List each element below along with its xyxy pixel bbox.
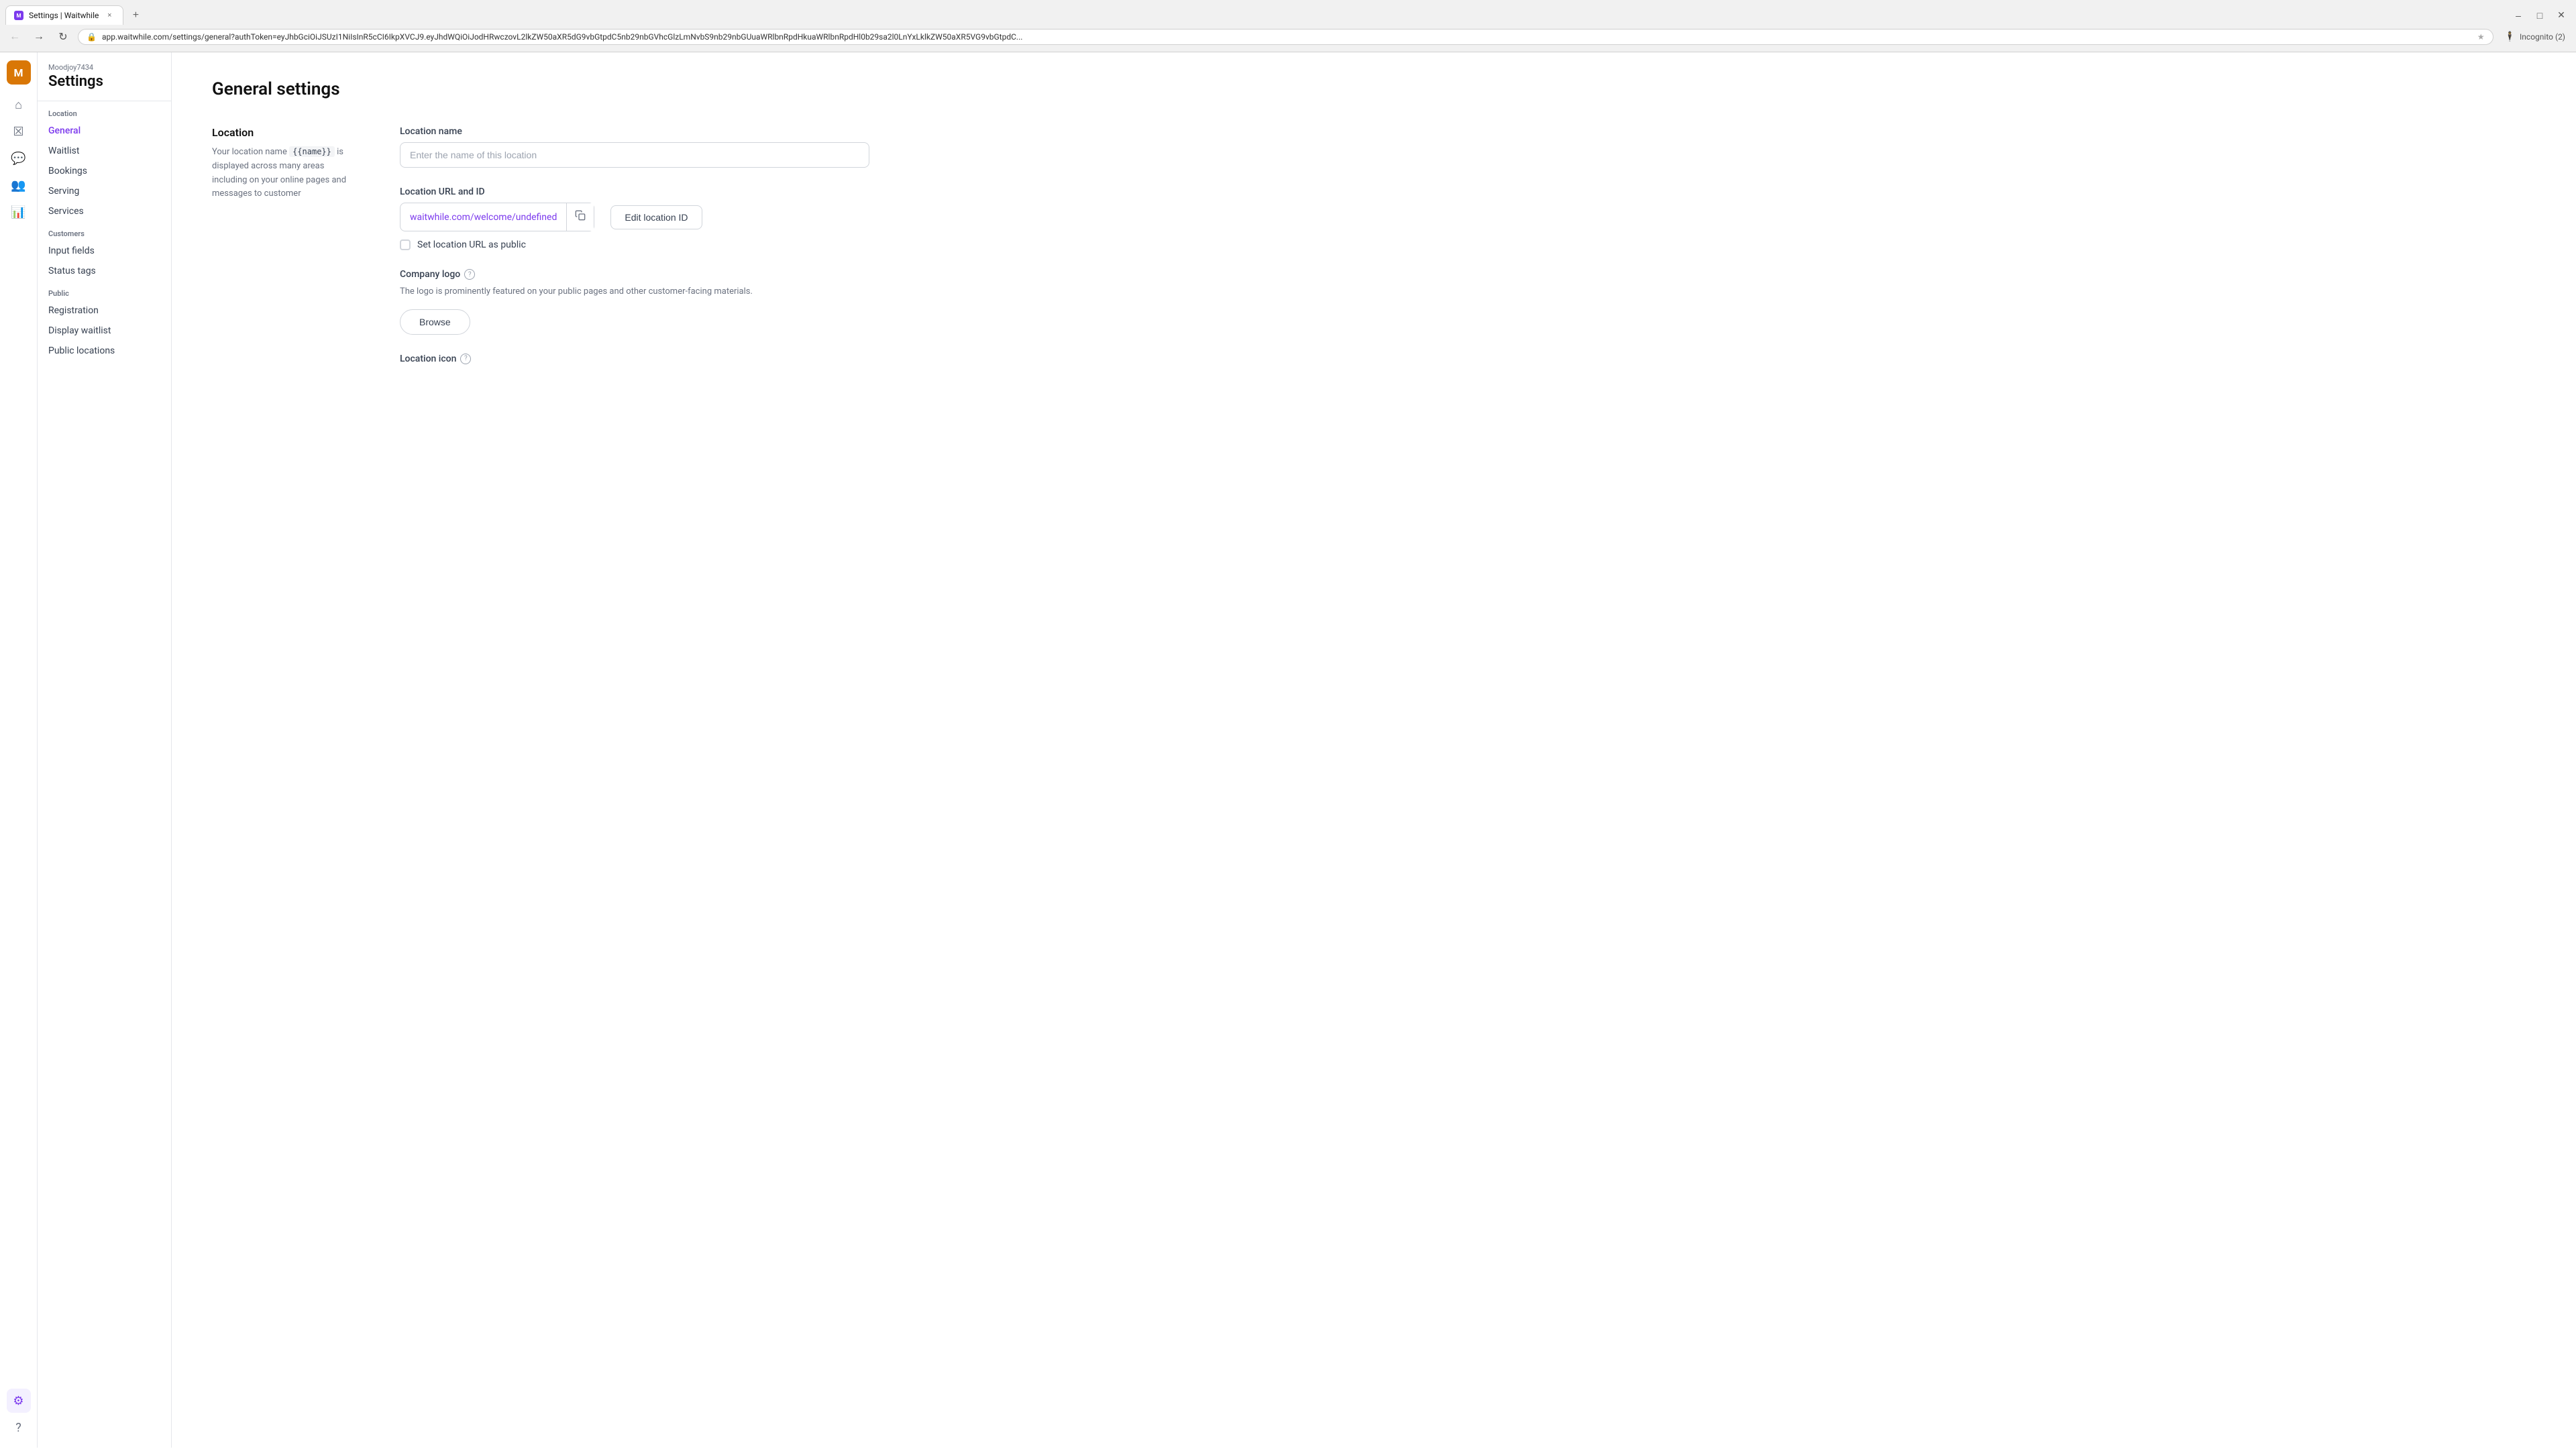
public-url-label: Set location URL as public (417, 239, 526, 250)
company-logo-label: Company logo (400, 269, 460, 280)
tab-bar: M Settings | Waitwhile × + – □ ✕ (0, 0, 2576, 25)
edit-location-id-button[interactable]: Edit location ID (610, 205, 702, 229)
sidebar-item-display-waitlist[interactable]: Display waitlist (38, 321, 171, 341)
public-url-checkbox[interactable] (400, 239, 411, 250)
sidebar-item-input-fields[interactable]: Input fields (38, 241, 171, 261)
sidebar-title: Settings (48, 73, 160, 90)
location-name-label: Location name (400, 126, 869, 137)
reload-button[interactable]: ↻ (54, 28, 72, 46)
public-url-checkbox-row: Set location URL as public (400, 239, 869, 250)
location-section-label: Location (38, 101, 171, 121)
copy-url-button[interactable] (566, 203, 594, 231)
address-bar[interactable]: 🔒 app.waitwhile.com/settings/general?aut… (78, 29, 2493, 45)
tab-close-button[interactable]: × (104, 10, 115, 21)
location-form-content: Location name Location URL and ID waitwh… (400, 126, 869, 383)
main-content: General settings Location Your location … (172, 52, 2576, 1448)
location-icon-heading-row: Location icon ? (400, 354, 869, 364)
location-icon-group: Location icon ? (400, 354, 869, 364)
company-logo-help-icon[interactable]: ? (464, 269, 475, 280)
sidebar-item-general[interactable]: General (38, 121, 171, 141)
tab-title: Settings | Waitwhile (29, 11, 99, 20)
back-button[interactable]: ← (5, 28, 24, 46)
sidebar-item-services[interactable]: Services (38, 201, 171, 221)
icon-rail: M ⌂ ☒ 💬 👥 📊 ⚙ ? (0, 52, 38, 1448)
location-description: Location Your location name {{name}} is … (212, 126, 360, 383)
location-icon-help-icon[interactable]: ? (460, 354, 471, 364)
location-section: Location Your location name {{name}} is … (212, 126, 2536, 383)
window-controls: – □ ✕ (2509, 6, 2571, 25)
url-id-container: waitwhile.com/welcome/undefined (400, 203, 594, 231)
address-bar-row: ← → ↻ 🔒 app.waitwhile.com/settings/gener… (0, 25, 2576, 52)
page-title: General settings (212, 79, 2536, 99)
browser-chrome: M Settings | Waitwhile × + – □ ✕ ← → ↻ 🔒… (0, 0, 2576, 52)
sidebar-item-bookings[interactable]: Bookings (38, 161, 171, 181)
chat-icon[interactable]: 💬 (7, 146, 31, 170)
maximize-button[interactable]: □ (2530, 6, 2549, 25)
sidebar-item-status-tags[interactable]: Status tags (38, 261, 171, 281)
sidebar-item-registration[interactable]: Registration (38, 301, 171, 321)
sidebar: Moodjoy7434 Settings Location General Wa… (38, 52, 172, 1448)
tab-favicon: M (14, 11, 23, 20)
close-window-button[interactable]: ✕ (2552, 6, 2571, 25)
user-avatar[interactable]: M (7, 60, 31, 85)
settings-icon[interactable]: ⚙ (7, 1389, 31, 1413)
location-url-group: Location URL and ID waitwhile.com/welcom… (400, 186, 869, 250)
sidebar-item-waitlist[interactable]: Waitlist (38, 141, 171, 161)
minimize-button[interactable]: – (2509, 6, 2528, 25)
sidebar-username: Moodjoy7434 (48, 63, 160, 72)
location-url-link[interactable]: waitwhile.com/welcome/undefined (400, 205, 566, 229)
location-name-input[interactable] (400, 142, 869, 168)
location-description-text: Your location name {{name}} is displayed… (212, 146, 360, 201)
location-url-label: Location URL and ID (400, 186, 869, 197)
sidebar-item-public-locations[interactable]: Public locations (38, 341, 171, 361)
analytics-icon[interactable]: 📊 (7, 200, 31, 224)
new-tab-button[interactable]: + (126, 6, 145, 25)
team-icon[interactable]: 👥 (7, 173, 31, 197)
public-section-label: Public (38, 281, 171, 301)
calendar-icon[interactable]: ☒ (7, 119, 31, 144)
active-tab[interactable]: M Settings | Waitwhile × (5, 5, 123, 25)
location-name-group: Location name (400, 126, 869, 168)
company-logo-heading-row: Company logo ? (400, 269, 869, 280)
sidebar-header: Moodjoy7434 Settings (38, 63, 171, 101)
company-logo-group: Company logo ? The logo is prominently f… (400, 269, 869, 335)
location-icon-label: Location icon (400, 354, 456, 364)
incognito-indicator: 🕴 Incognito (2) (2499, 29, 2571, 45)
home-icon[interactable]: ⌂ (7, 93, 31, 117)
url-text: app.waitwhile.com/settings/general?authT… (102, 32, 2472, 42)
url-row: waitwhile.com/welcome/undefined Edit loc… (400, 203, 869, 231)
company-logo-description: The logo is prominently featured on your… (400, 285, 869, 299)
forward-button[interactable]: → (30, 28, 48, 46)
browse-button[interactable]: Browse (400, 309, 470, 335)
sidebar-item-serving[interactable]: Serving (38, 181, 171, 201)
location-section-heading: Location (212, 126, 360, 139)
customers-section-label: Customers (38, 221, 171, 241)
help-icon[interactable]: ? (7, 1415, 31, 1440)
app-layout: M ⌂ ☒ 💬 👥 📊 ⚙ ? Moodjoy7434 Settings Loc… (0, 52, 2576, 1448)
